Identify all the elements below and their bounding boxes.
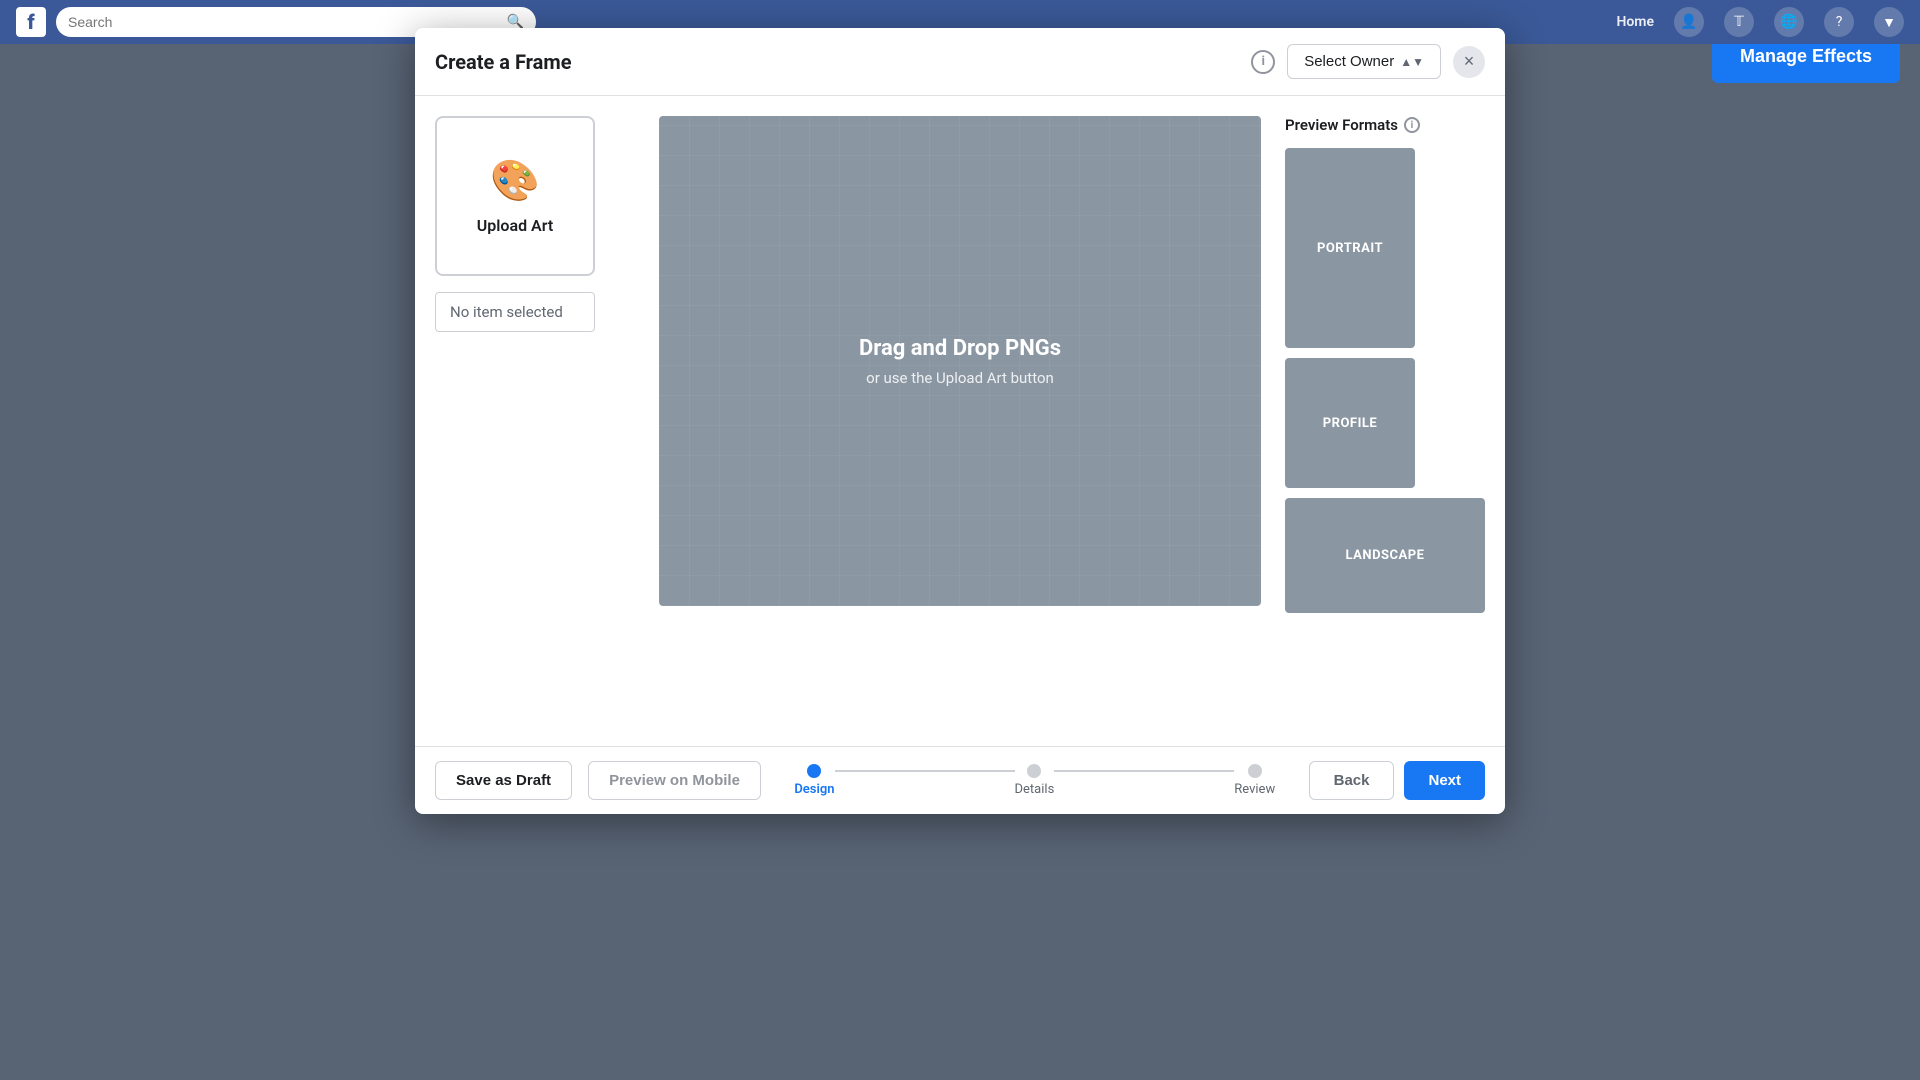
user-icon-btn[interactable]: 👤 bbox=[1674, 7, 1704, 37]
footer-right-buttons: Back Next bbox=[1309, 761, 1485, 800]
preview-formats-label: Preview Formats bbox=[1285, 116, 1398, 134]
modal-body: 🎨 Upload Art No item selected Drag and D… bbox=[415, 96, 1505, 746]
modal-header: Create a Frame i Select Owner ▲▼ × bbox=[415, 28, 1505, 96]
step-design: Design bbox=[794, 764, 834, 797]
right-panel: Preview Formats i PORTRAIT PROFILE LANDS… bbox=[1285, 116, 1485, 726]
step-details: Details bbox=[1015, 764, 1055, 797]
step-review-dot bbox=[1248, 764, 1262, 778]
fb-logo: f bbox=[16, 7, 46, 37]
modal-close-button[interactable]: × bbox=[1453, 46, 1485, 78]
drop-zone-subtitle: or use the Upload Art button bbox=[866, 369, 1054, 387]
step-line-2 bbox=[1054, 770, 1234, 772]
drop-zone-title: Drag and Drop PNGs bbox=[859, 336, 1061, 361]
steps-container: Design Details Review bbox=[777, 764, 1293, 797]
palette-icon: 🎨 bbox=[490, 157, 540, 204]
upload-art-button[interactable]: 🎨 Upload Art bbox=[435, 116, 595, 276]
twitter-icon-btn[interactable]: 𝕋 bbox=[1724, 7, 1754, 37]
modal-title: Create a Frame bbox=[435, 50, 1239, 74]
globe-icon-btn[interactable]: 🌐 bbox=[1774, 7, 1804, 37]
step-review-label: Review bbox=[1234, 782, 1275, 797]
select-owner-label: Select Owner bbox=[1304, 53, 1394, 70]
step-review: Review bbox=[1234, 764, 1275, 797]
upload-art-label: Upload Art bbox=[477, 216, 554, 235]
step-details-dot bbox=[1027, 764, 1041, 778]
preview-info-icon[interactable]: i bbox=[1404, 117, 1420, 133]
back-button[interactable]: Back bbox=[1309, 761, 1395, 800]
step-details-label: Details bbox=[1015, 782, 1055, 797]
step-design-label: Design bbox=[794, 782, 834, 797]
preview-mobile-button[interactable]: Preview on Mobile bbox=[588, 761, 761, 800]
help-icon-btn[interactable]: ? bbox=[1824, 7, 1854, 37]
profile-format-card: PROFILE bbox=[1285, 358, 1415, 488]
drop-zone[interactable]: Drag and Drop PNGs or use the Upload Art… bbox=[659, 116, 1261, 606]
format-cards: PORTRAIT PROFILE LANDSCAPE bbox=[1285, 148, 1485, 613]
modal-footer: Save as Draft Preview on Mobile Design D… bbox=[415, 746, 1505, 814]
nav-right-section: Home 👤 𝕋 🌐 ? ▼ bbox=[1616, 7, 1904, 37]
landscape-format-card: LANDSCAPE bbox=[1285, 498, 1485, 613]
preview-formats-header: Preview Formats i bbox=[1285, 116, 1485, 134]
left-panel: 🎨 Upload Art No item selected bbox=[435, 116, 635, 726]
info-icon[interactable]: i bbox=[1251, 50, 1275, 74]
step-design-dot bbox=[807, 764, 821, 778]
center-area: Drag and Drop PNGs or use the Upload Art… bbox=[659, 116, 1261, 726]
portrait-format-card: PORTRAIT bbox=[1285, 148, 1415, 348]
no-item-selected-badge: No item selected bbox=[435, 292, 595, 332]
step-line-1 bbox=[835, 770, 1015, 772]
create-frame-modal: Create a Frame i Select Owner ▲▼ × 🎨 Upl… bbox=[415, 28, 1505, 814]
account-chevron-btn[interactable]: ▼ bbox=[1874, 7, 1904, 37]
select-owner-button[interactable]: Select Owner ▲▼ bbox=[1287, 44, 1441, 79]
home-link[interactable]: Home bbox=[1616, 14, 1654, 30]
next-button[interactable]: Next bbox=[1404, 761, 1485, 800]
save-draft-button[interactable]: Save as Draft bbox=[435, 761, 572, 800]
select-owner-arrow-icon: ▲▼ bbox=[1400, 55, 1424, 69]
